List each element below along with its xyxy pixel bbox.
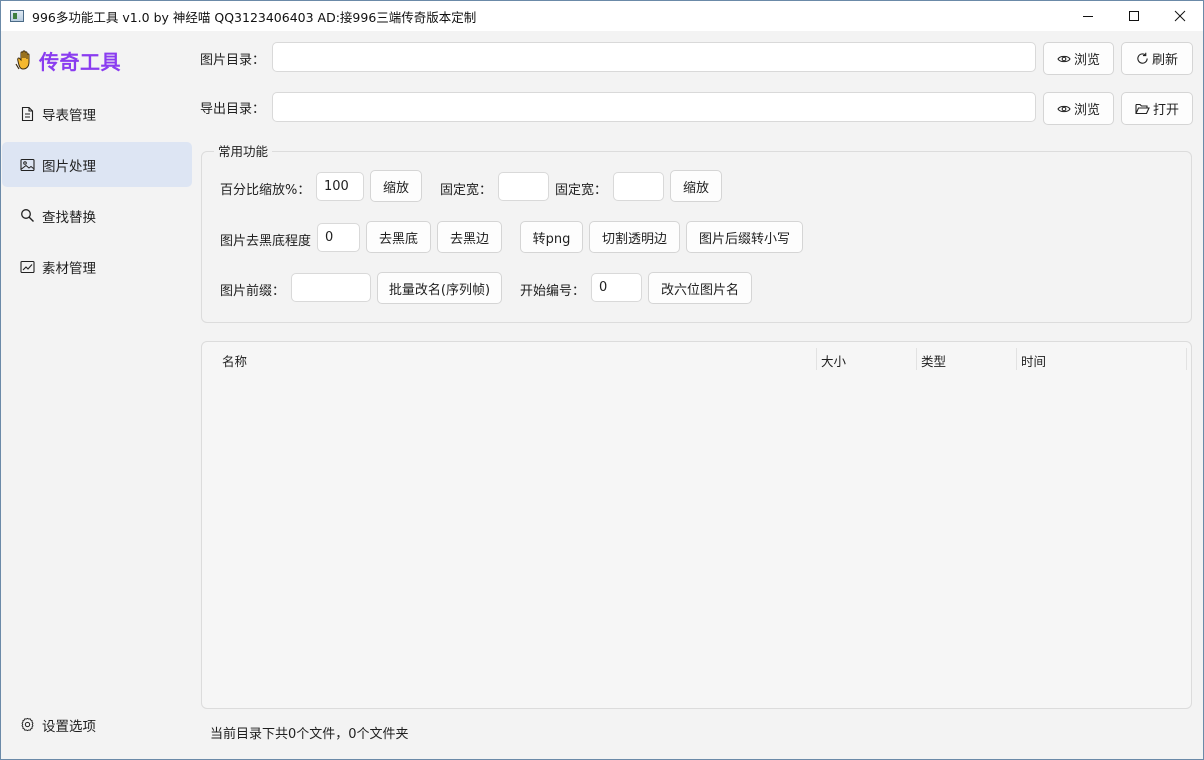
fixed-width-input-1[interactable] [498,172,549,201]
column-header-name[interactable]: 名称 [222,350,247,370]
eye-icon [1057,54,1071,64]
sidebar-item-export-tables[interactable]: 导表管理 [2,91,192,136]
sidebar-item-label: 导表管理 [42,107,96,124]
close-button[interactable] [1157,1,1203,31]
browse-label: 浏览 [1073,53,1100,68]
refresh-icon [1136,52,1149,65]
column-divider[interactable] [816,348,817,370]
sidebar-item-label: 查找替换 [42,209,96,226]
refresh-label: 刷新 [1151,53,1178,68]
remove-black-bg-button[interactable]: 去黑底 [366,221,431,253]
sidebar-item-settings[interactable]: 设置选项 [2,702,192,747]
image-dir-label: 图片目录： [200,53,266,68]
maximize-button[interactable] [1111,1,1157,31]
close-icon [1174,10,1186,22]
fixed-width-label-2: 固定宽： [555,183,608,198]
document-icon [19,106,35,122]
folder-open-icon [1135,103,1150,115]
start-number-label: 开始编号： [520,284,586,299]
prefix-input[interactable] [291,273,371,302]
file-table[interactable]: 名称 大小 类型 时间 [201,341,1192,709]
brand-hand-icon [15,50,30,70]
column-divider[interactable] [1016,348,1017,370]
sidebar-item-assets[interactable]: 素材管理 [2,244,192,289]
image-dir-input[interactable] [272,42,1036,72]
open-folder-button[interactable]: 打开 [1121,92,1193,125]
sidebar-item-find-replace[interactable]: 查找替换 [2,193,192,238]
sidebar-item-label: 素材管理 [42,260,96,277]
image-icon [19,157,35,173]
column-header-type[interactable]: 类型 [921,350,946,370]
black-level-input[interactable] [317,223,360,252]
six-digit-rename-button[interactable]: 改六位图片名 [648,272,752,304]
title-bar[interactable]: 996多功能工具 v1.0 by 神经喵 QQ3123406403 AD:接99… [1,1,1203,31]
column-header-time[interactable]: 时间 [1021,350,1046,370]
export-dir-label: 导出目录： [200,102,266,117]
sidebar-item-label: 设置选项 [42,718,96,735]
minimize-icon [1083,16,1093,17]
fixed-width-input-2[interactable] [613,172,664,201]
eye-icon [1057,104,1071,114]
to-png-button[interactable]: 转png [520,221,583,253]
maximize-icon [1129,11,1139,21]
black-level-label: 图片去黑底程度 [220,234,312,249]
prefix-label: 图片前缀： [220,284,286,299]
window-controls [1065,1,1203,31]
refresh-button[interactable]: 刷新 [1121,42,1193,75]
gear-icon [19,717,35,733]
sidebar: 传奇工具 导表管理 图片处理 查找替换 素材管理 设置选项 [2,31,193,759]
export-dir-input[interactable] [272,92,1036,122]
column-divider[interactable] [916,348,917,370]
batch-rename-button[interactable]: 批量改名(序列帧) [377,272,502,304]
suffix-lowercase-button[interactable]: 图片后缀转小写 [686,221,803,253]
start-number-input[interactable] [591,273,642,302]
status-text: 当前目录下共0个文件，0个文件夹 [210,727,409,742]
percent-scale-button[interactable]: 缩放 [370,170,422,202]
browse-export-dir-button[interactable]: 浏览 [1043,92,1114,125]
cut-transparent-edge-button[interactable]: 切割透明边 [589,221,680,253]
column-header-size[interactable]: 大小 [821,350,846,370]
sidebar-item-label: 图片处理 [42,158,96,175]
search-icon [19,208,35,224]
sidebar-item-image-processing[interactable]: 图片处理 [2,142,192,187]
remove-black-edge-button[interactable]: 去黑边 [437,221,502,253]
fixed-scale-button[interactable]: 缩放 [670,170,722,202]
browse-label: 浏览 [1073,103,1100,118]
column-divider[interactable] [1186,348,1187,370]
common-functions-title: 常用功能 [214,141,273,160]
brand-title: 传奇工具 [39,49,121,74]
minimize-button[interactable] [1065,1,1111,31]
percent-scale-label: 百分比缩放%： [220,183,311,198]
app-icon [10,10,24,22]
fixed-width-label-1: 固定宽： [440,183,493,198]
brand: 传奇工具 [13,45,121,75]
open-label: 打开 [1152,103,1179,118]
window-title: 996多功能工具 v1.0 by 神经喵 QQ3123406403 AD:接99… [32,9,477,25]
percent-scale-input[interactable] [316,172,364,201]
browse-image-dir-button[interactable]: 浏览 [1043,42,1114,75]
chart-icon [19,259,35,275]
app-window: 996多功能工具 v1.0 by 神经喵 QQ3123406403 AD:接99… [0,0,1204,760]
